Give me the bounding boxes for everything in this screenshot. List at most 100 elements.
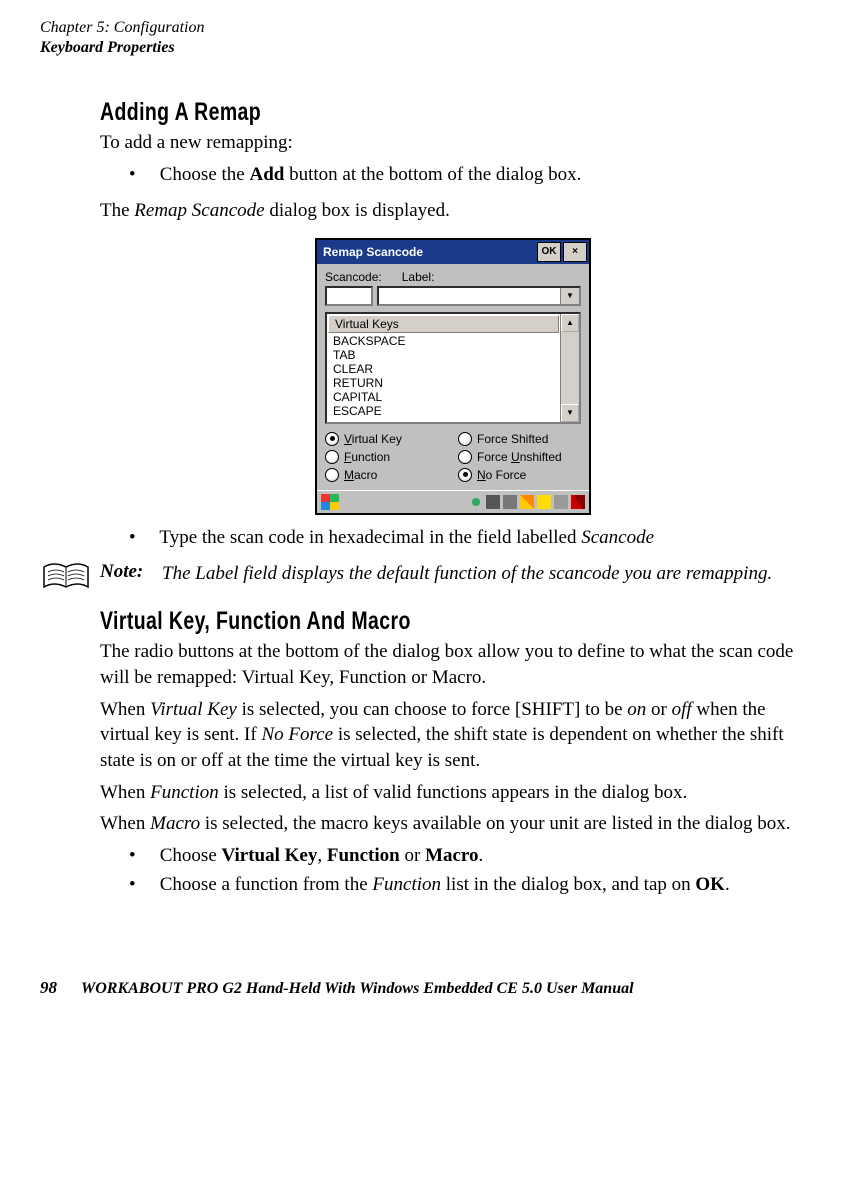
tray-icon[interactable] [537, 495, 551, 509]
text-italic: Macro [150, 813, 200, 834]
ok-button[interactable]: OK [537, 242, 561, 262]
heading-adding-remap: Adding A Remap [100, 98, 651, 127]
text: Force Shifted [477, 432, 548, 446]
text: Choose the [160, 164, 250, 185]
text-italic: Function [372, 874, 441, 895]
text-italic: Scancode [581, 527, 654, 548]
text: When [100, 699, 150, 720]
tray-icon[interactable] [486, 495, 500, 509]
list-item: Choose a function from the Function list… [100, 872, 806, 899]
text: , [317, 845, 327, 866]
note-text: The Label field displays the default fun… [162, 561, 806, 587]
list-item: Choose the Add button at the bottom of t… [100, 162, 806, 189]
running-head-line1: Chapter 5: Configuration [40, 18, 806, 38]
system-tray [469, 495, 585, 509]
tray-icon[interactable] [503, 495, 517, 509]
paragraph: When Macro is selected, the macro keys a… [100, 811, 806, 837]
text-bold: Add [249, 164, 284, 185]
paragraph: The Remap Scancode dialog box is display… [100, 198, 806, 224]
text: list in the dialog box, and tap on [441, 874, 695, 895]
list-item[interactable]: CAPITAL [327, 390, 560, 404]
text: nshifted [520, 450, 562, 464]
text: Choose [160, 845, 222, 866]
text: Force [477, 450, 511, 464]
radio-function[interactable]: Function [325, 450, 448, 464]
taskbar [317, 490, 589, 513]
bullet-list: Type the scan code in hexadecimal in the… [100, 525, 806, 552]
list-item: Choose Virtual Key, Function or Macro. [100, 843, 806, 870]
radio-virtual-key[interactable]: Virtual Key [325, 432, 448, 446]
text: o Force [486, 468, 527, 482]
label-scancode: Scancode: [325, 270, 382, 284]
list-item[interactable]: RETURN [327, 376, 560, 390]
text-bold: OK [695, 874, 725, 895]
radio-force-shifted[interactable]: Force Shifted [458, 432, 581, 446]
scancode-input[interactable] [325, 286, 373, 306]
tray-icon[interactable] [469, 495, 483, 509]
list-item[interactable]: TAB [327, 348, 560, 362]
close-button[interactable]: × [563, 242, 587, 262]
bullet-list: Choose the Add button at the bottom of t… [100, 162, 806, 189]
radio-dot-icon [325, 468, 339, 482]
start-icon[interactable] [321, 494, 339, 510]
list-item[interactable]: CLEAR [327, 362, 560, 376]
text-bold: Virtual Key [222, 845, 318, 866]
text-bold: Function [327, 845, 400, 866]
text: acro [354, 468, 377, 482]
scroll-up-icon[interactable]: ▲ [561, 314, 579, 332]
text: Type the scan code in hexadecimal in the… [159, 527, 581, 548]
radio-force-unshifted[interactable]: Force Unshifted [458, 450, 581, 464]
radio-dot-icon [325, 450, 339, 464]
note-icon [42, 561, 92, 593]
tray-icon[interactable] [571, 495, 585, 509]
bullet-list: Choose Virtual Key, Function or Macro. C… [100, 843, 806, 898]
radio-dot-icon [458, 468, 472, 482]
dialog-titlebar: Remap Scancode OK × [317, 240, 589, 264]
text-italic: Function [150, 782, 219, 803]
text-italic: off [672, 699, 692, 720]
text: or [646, 699, 671, 720]
radio-dot-icon [458, 450, 472, 464]
running-head: Chapter 5: Configuration Keyboard Proper… [40, 18, 806, 58]
radio-no-force[interactable]: No Force [458, 468, 581, 482]
text: is selected, you can choose to force [SH… [237, 699, 627, 720]
text: . [725, 874, 730, 895]
text-italic: No Force [261, 724, 333, 745]
tray-icon[interactable] [554, 495, 568, 509]
list-item[interactable]: BACKSPACE [327, 334, 560, 348]
text: M [344, 468, 354, 482]
remap-scancode-dialog: Remap Scancode OK × Scancode: Label: [315, 238, 591, 515]
text: U [511, 450, 520, 464]
chevron-down-icon[interactable]: ▼ [560, 288, 579, 304]
radio-macro[interactable]: Macro [325, 468, 448, 482]
label-combo[interactable]: ▼ [377, 286, 581, 306]
text: irtual Key [352, 432, 402, 446]
text: or [400, 845, 425, 866]
text: dialog box is displayed. [265, 200, 450, 221]
list-item: Type the scan code in hexadecimal in the… [100, 525, 806, 552]
text: Choose a function from the [160, 874, 373, 895]
dialog-title: Remap Scancode [323, 245, 423, 259]
text: N [477, 468, 486, 482]
note-label: Note: [100, 561, 162, 583]
text: When [100, 813, 150, 834]
virtual-keys-listbox[interactable]: Virtual Keys BACKSPACE TAB CLEAR RETURN … [325, 312, 581, 424]
text: When [100, 782, 150, 803]
text: is selected, the macro keys available on… [200, 813, 790, 834]
running-head-line2: Keyboard Properties [40, 38, 806, 58]
text-bold: Macro [425, 845, 478, 866]
text: V [344, 432, 352, 446]
radio-dot-icon [458, 432, 472, 446]
tray-icon[interactable] [520, 495, 534, 509]
scrollbar[interactable]: ▲ ▼ [560, 314, 579, 422]
paragraph: When Virtual Key is selected, you can ch… [100, 697, 806, 774]
paragraph: To add a new remapping: [100, 130, 806, 156]
page-number: 98 [40, 978, 57, 998]
label-label: Label: [402, 270, 435, 284]
listbox-header: Virtual Keys [328, 315, 559, 333]
heading-virtual-key: Virtual Key, Function And Macro [100, 607, 651, 636]
text-italic: on [627, 699, 646, 720]
scroll-down-icon[interactable]: ▼ [561, 404, 579, 422]
list-item[interactable]: ESCAPE [327, 404, 560, 418]
paragraph: When Function is selected, a list of val… [100, 780, 806, 806]
